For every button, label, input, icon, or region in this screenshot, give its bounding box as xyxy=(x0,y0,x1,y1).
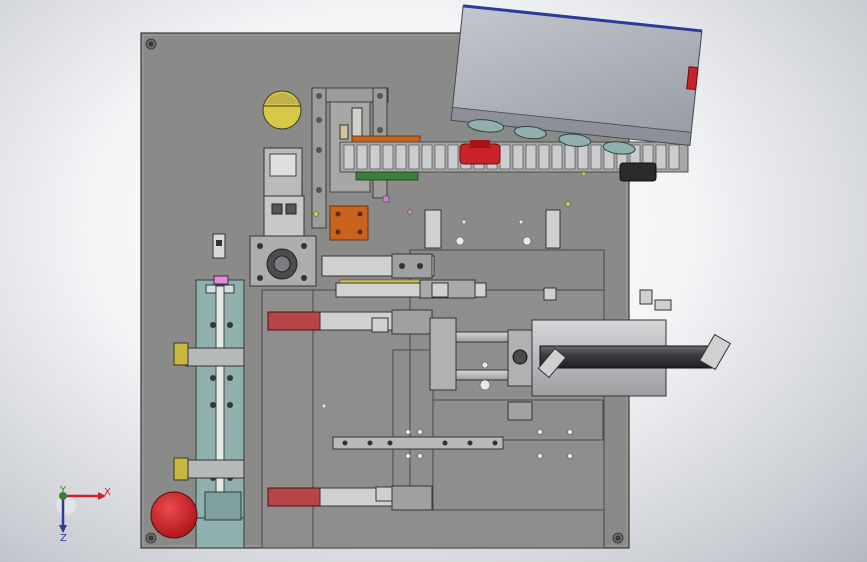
terminal-block xyxy=(343,144,355,170)
terminal-block xyxy=(421,144,433,170)
terminal-block xyxy=(395,144,407,170)
triad-z-label: Z xyxy=(60,533,67,544)
terminal-block xyxy=(564,144,576,170)
gripper-row-4 xyxy=(267,485,433,511)
main-cylinder xyxy=(512,319,731,397)
terminal-block xyxy=(434,144,446,170)
orange-block xyxy=(329,205,369,241)
triad-y-label: Y xyxy=(59,485,67,496)
terminal-block xyxy=(655,144,667,170)
green-bar xyxy=(355,171,419,181)
small-pink-dot xyxy=(382,195,390,203)
terminal-block xyxy=(551,144,563,170)
terminal-block xyxy=(356,144,368,170)
terminal-block xyxy=(538,144,550,170)
gripper-row-2 xyxy=(335,279,487,299)
terminal-block xyxy=(590,144,602,170)
terminal-block xyxy=(499,144,511,170)
gripper-row-3 xyxy=(267,309,433,335)
terminal-block xyxy=(577,144,589,170)
black-connector xyxy=(619,162,657,182)
triad-x-label: X xyxy=(104,487,111,498)
yellow-disc xyxy=(262,90,302,130)
red-connector xyxy=(459,140,501,165)
red-knob[interactable] xyxy=(150,491,198,539)
terminal-block xyxy=(525,144,537,170)
assembly-view[interactable]: X Y Z xyxy=(0,0,867,562)
terminal-block xyxy=(382,144,394,170)
terminal-block xyxy=(447,144,459,170)
lower-bars xyxy=(332,436,504,450)
terminal-block xyxy=(369,144,381,170)
orientation-triad[interactable]: X Y Z xyxy=(56,485,111,544)
terminal-block xyxy=(512,144,524,170)
terminal-block xyxy=(408,144,420,170)
gripper-row-1 xyxy=(321,253,435,279)
cad-viewport[interactable]: X Y Z xyxy=(0,0,867,562)
terminal-block xyxy=(668,144,680,170)
